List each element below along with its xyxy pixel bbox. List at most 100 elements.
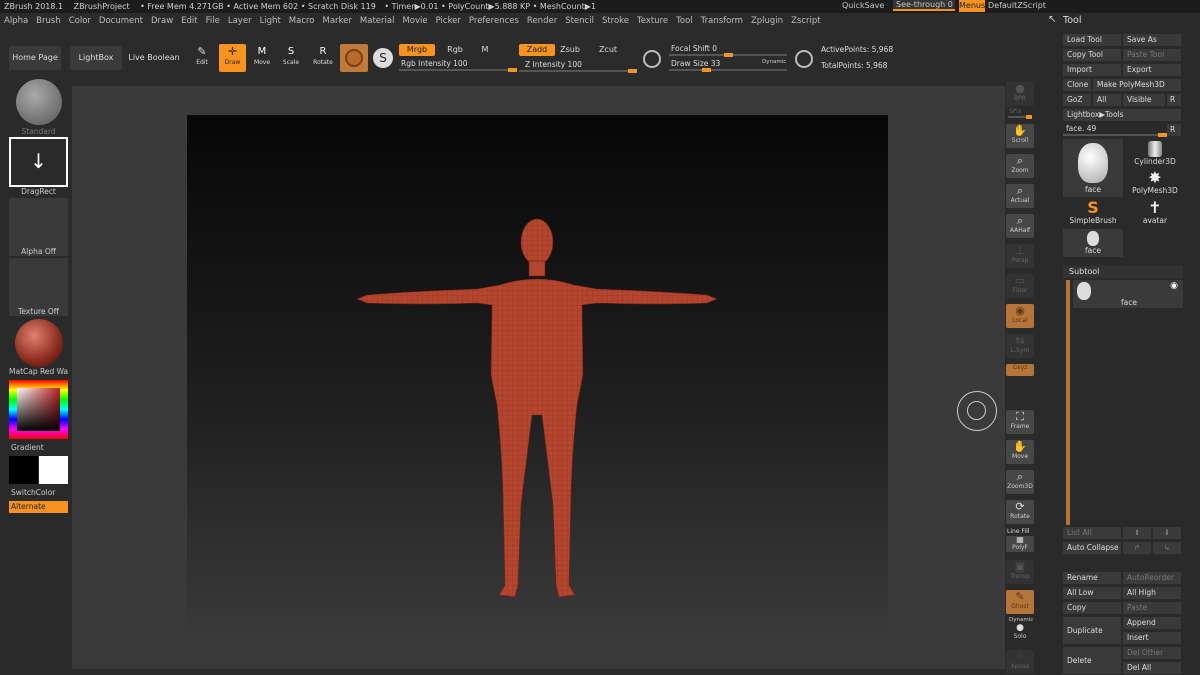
menu-color[interactable]: Color xyxy=(65,13,95,29)
menu-marker[interactable]: Marker xyxy=(319,13,356,29)
brush-standard-icon[interactable] xyxy=(16,79,62,125)
lightbox-tools-button[interactable]: Lightbox▶Tools xyxy=(1063,109,1181,121)
aahalf-button[interactable]: ⌕ AAHalf xyxy=(1006,214,1034,238)
autoreorder-button[interactable]: AutoReorder xyxy=(1123,572,1181,584)
rotate-view-button[interactable]: ⟳ Rotate xyxy=(1006,500,1034,524)
rgb-button[interactable]: Rgb xyxy=(437,44,473,56)
color-picker[interactable] xyxy=(9,380,68,439)
see-through-slider[interactable]: See-through 0 xyxy=(893,0,955,11)
floor-button[interactable]: ▭ Floor xyxy=(1006,274,1034,298)
gradient-label[interactable]: Gradient xyxy=(11,443,70,452)
tool-back-icon[interactable]: ↖ xyxy=(1048,14,1056,25)
menu-light[interactable]: Light xyxy=(256,13,285,29)
xpose-button[interactable]: ⁘ Xpose xyxy=(1006,650,1034,674)
menu-alpha[interactable]: Alpha xyxy=(0,13,32,29)
delete-button[interactable]: Delete xyxy=(1063,647,1121,674)
line-fill-label[interactable]: Line Fill xyxy=(1007,528,1029,535)
menu-movie[interactable]: Movie xyxy=(398,13,431,29)
bpr-button[interactable]: ● BPR xyxy=(1006,82,1034,106)
live-boolean-button[interactable]: Live Boolean xyxy=(126,46,182,70)
zoom3d-button[interactable]: ⌕ Zoom3D xyxy=(1006,470,1034,494)
tool-thumb-face[interactable]: face xyxy=(1063,229,1123,257)
document-canvas[interactable] xyxy=(187,115,888,639)
rotate-button[interactable]: R Rotate xyxy=(310,45,336,71)
tool-title[interactable]: Tool xyxy=(1063,15,1081,26)
move-up-icon[interactable]: ⬆ xyxy=(1123,527,1151,539)
spix-slider[interactable]: SPix xyxy=(1009,108,1022,115)
subtool-item-face[interactable]: ◉ face xyxy=(1073,280,1183,308)
menu-layer[interactable]: Layer xyxy=(224,13,256,29)
switch-color-button[interactable]: SwitchColor xyxy=(11,488,70,497)
focal-shift-slider[interactable] xyxy=(669,53,787,57)
duplicate-button[interactable]: Duplicate xyxy=(1063,617,1121,644)
color-square[interactable] xyxy=(17,388,60,431)
move-button[interactable]: M Move xyxy=(250,45,274,71)
default-zscript[interactable]: DefaultZScript xyxy=(988,1,1046,10)
face-slider[interactable] xyxy=(1063,133,1167,137)
clone-button[interactable]: Clone xyxy=(1063,79,1091,91)
zadd-button[interactable]: Zadd xyxy=(519,44,555,56)
avatar-mesh[interactable] xyxy=(187,115,888,639)
tool-thumb-cylinder[interactable]: Cylinder3D xyxy=(1127,139,1183,169)
zsub-button[interactable]: Zsub xyxy=(558,44,582,56)
menu-tool[interactable]: Tool xyxy=(672,13,697,29)
menu-macro[interactable]: Macro xyxy=(285,13,319,29)
menu-brush[interactable]: Brush xyxy=(32,13,65,29)
rgb-intensity-slider[interactable] xyxy=(399,68,517,72)
append-button[interactable]: Append xyxy=(1123,617,1181,629)
insert-button[interactable]: Insert xyxy=(1123,632,1181,644)
ghost-button[interactable]: ✎ Ghost xyxy=(1006,590,1034,614)
navigation-gizmo-icon[interactable] xyxy=(957,391,997,431)
xyz-button[interactable]: Gxyz xyxy=(1006,364,1034,376)
menu-file[interactable]: File xyxy=(202,13,224,29)
auto-collapse-button[interactable]: Auto Collapse xyxy=(1063,542,1121,554)
secondary-color-swatch[interactable] xyxy=(39,456,68,484)
del-all-button[interactable]: Del All xyxy=(1123,662,1181,674)
goz-visible-button[interactable]: Visible xyxy=(1123,94,1165,106)
material-swatch-button[interactable] xyxy=(340,44,368,72)
all-high-button[interactable]: All High xyxy=(1123,587,1181,599)
spix-track[interactable] xyxy=(1008,115,1032,119)
menu-zscript[interactable]: Zscript xyxy=(787,13,825,29)
frame-button[interactable]: ⛶ Frame xyxy=(1006,410,1034,434)
paste-tool-button[interactable]: Paste Tool xyxy=(1123,49,1181,61)
draw-button[interactable]: ✛ Draw xyxy=(219,44,246,72)
menu-draw[interactable]: Draw xyxy=(147,13,177,29)
edit-button[interactable]: ✎ Edit xyxy=(190,45,214,71)
menu-document[interactable]: Document xyxy=(95,13,147,29)
subtool-eye-icon[interactable]: ◉ xyxy=(1170,281,1178,291)
copy-subtool-button[interactable]: Copy xyxy=(1063,602,1121,614)
m-button[interactable]: M xyxy=(475,44,495,56)
main-color-swatch[interactable] xyxy=(9,456,38,484)
actual-button[interactable]: ⌕ Actual xyxy=(1006,184,1034,208)
draw-size-slider[interactable] xyxy=(669,68,787,72)
menu-preferences[interactable]: Preferences xyxy=(465,13,523,29)
draw-size-knob[interactable] xyxy=(701,68,711,72)
spix-knob[interactable] xyxy=(1026,115,1032,119)
rename-button[interactable]: Rename xyxy=(1063,572,1121,584)
load-tool-button[interactable]: Load Tool xyxy=(1063,34,1121,46)
save-as-button[interactable]: Save As xyxy=(1123,34,1181,46)
lsym-button[interactable]: ⇆ L.Sym xyxy=(1006,334,1034,358)
home-page-button[interactable]: Home Page xyxy=(9,46,61,70)
stroke-dragrect-button[interactable]: ↓ xyxy=(9,137,68,187)
menu-edit[interactable]: Edit xyxy=(177,13,201,29)
menu-render[interactable]: Render xyxy=(523,13,561,29)
scale-button[interactable]: S Scale xyxy=(279,45,303,71)
subtool-scrollbar[interactable] xyxy=(1066,280,1070,525)
focal-shift-knob[interactable] xyxy=(723,53,733,57)
tool-thumb-face-active[interactable]: face xyxy=(1063,139,1123,197)
goz-r-button[interactable]: R xyxy=(1167,94,1181,106)
polyf-button[interactable]: ▦ PolyF xyxy=(1006,536,1034,552)
arrow-up-right-icon[interactable]: ↱ xyxy=(1123,542,1151,554)
make-polymesh-button[interactable]: Make PolyMesh3D xyxy=(1093,79,1181,91)
menu-material[interactable]: Material xyxy=(356,13,399,29)
import-button[interactable]: Import xyxy=(1063,64,1121,76)
zcut-button[interactable]: Zcut xyxy=(596,44,620,56)
arrow-down-right-icon[interactable]: ↳ xyxy=(1153,542,1181,554)
goz-all-button[interactable]: All xyxy=(1093,94,1121,106)
paste-subtool-button[interactable]: Paste xyxy=(1123,602,1181,614)
tool-r-button[interactable]: R xyxy=(1167,124,1181,136)
alternate-button[interactable]: Alternate xyxy=(9,501,68,513)
tool-thumb-avatar[interactable]: ✝ avatar xyxy=(1127,199,1183,229)
